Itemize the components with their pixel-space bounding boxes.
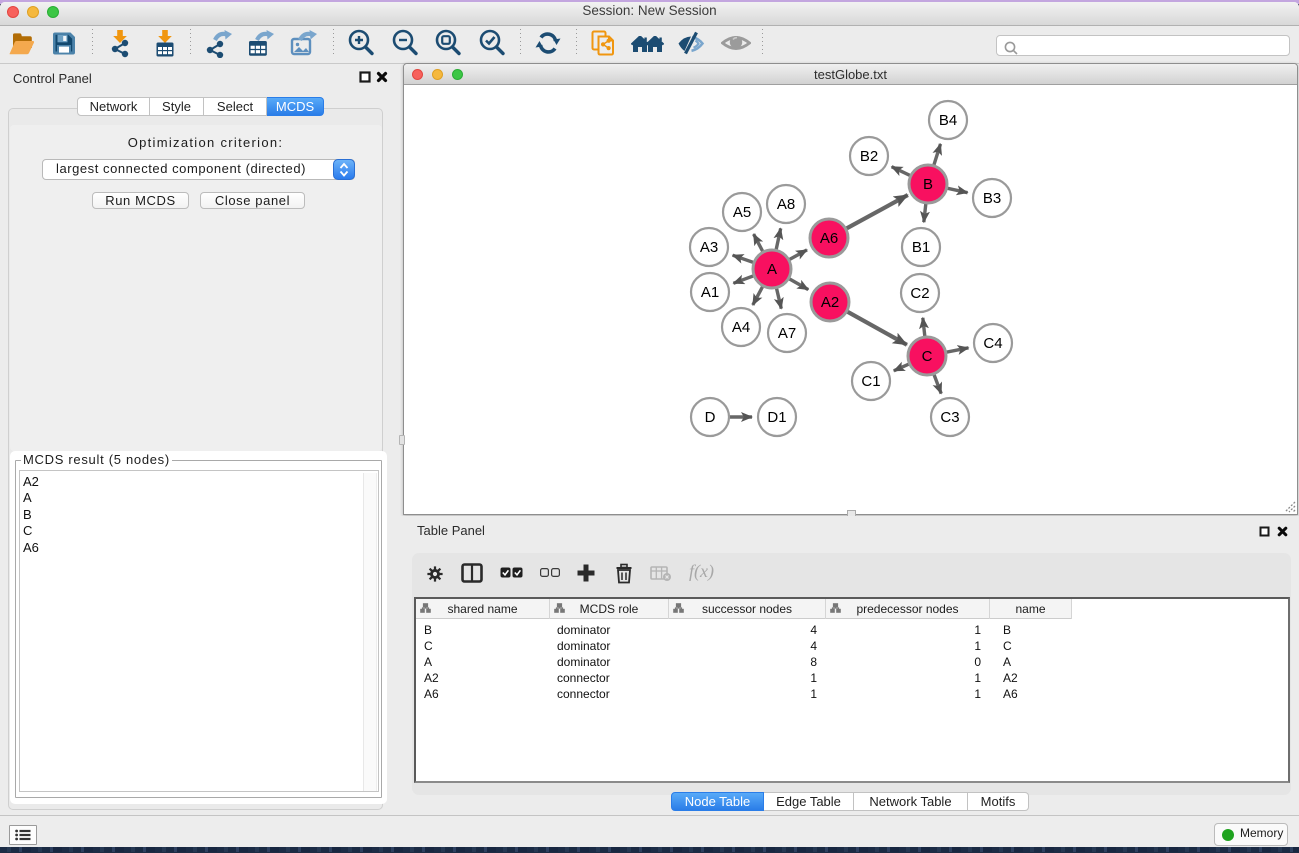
svg-text:C4: C4	[983, 335, 1002, 352]
svg-text:B1: B1	[912, 239, 930, 256]
svg-text:B: B	[923, 176, 933, 193]
svg-text:A2: A2	[821, 294, 839, 311]
svg-text:D: D	[705, 409, 716, 426]
svg-text:C1: C1	[861, 373, 880, 390]
svg-text:B2: B2	[860, 148, 878, 165]
svg-text:A1: A1	[701, 284, 719, 301]
svg-text:A4: A4	[732, 319, 750, 336]
svg-text:C2: C2	[910, 285, 929, 302]
svg-text:B4: B4	[939, 112, 957, 129]
svg-text:D1: D1	[767, 409, 786, 426]
svg-text:A7: A7	[778, 325, 796, 342]
svg-text:C3: C3	[940, 409, 959, 426]
svg-text:A6: A6	[820, 230, 838, 247]
svg-text:A5: A5	[733, 204, 751, 221]
svg-text:C: C	[922, 348, 933, 365]
svg-text:A8: A8	[777, 196, 795, 213]
svg-text:B3: B3	[983, 190, 1001, 207]
svg-text:A3: A3	[700, 239, 718, 256]
svg-text:A: A	[767, 261, 777, 278]
